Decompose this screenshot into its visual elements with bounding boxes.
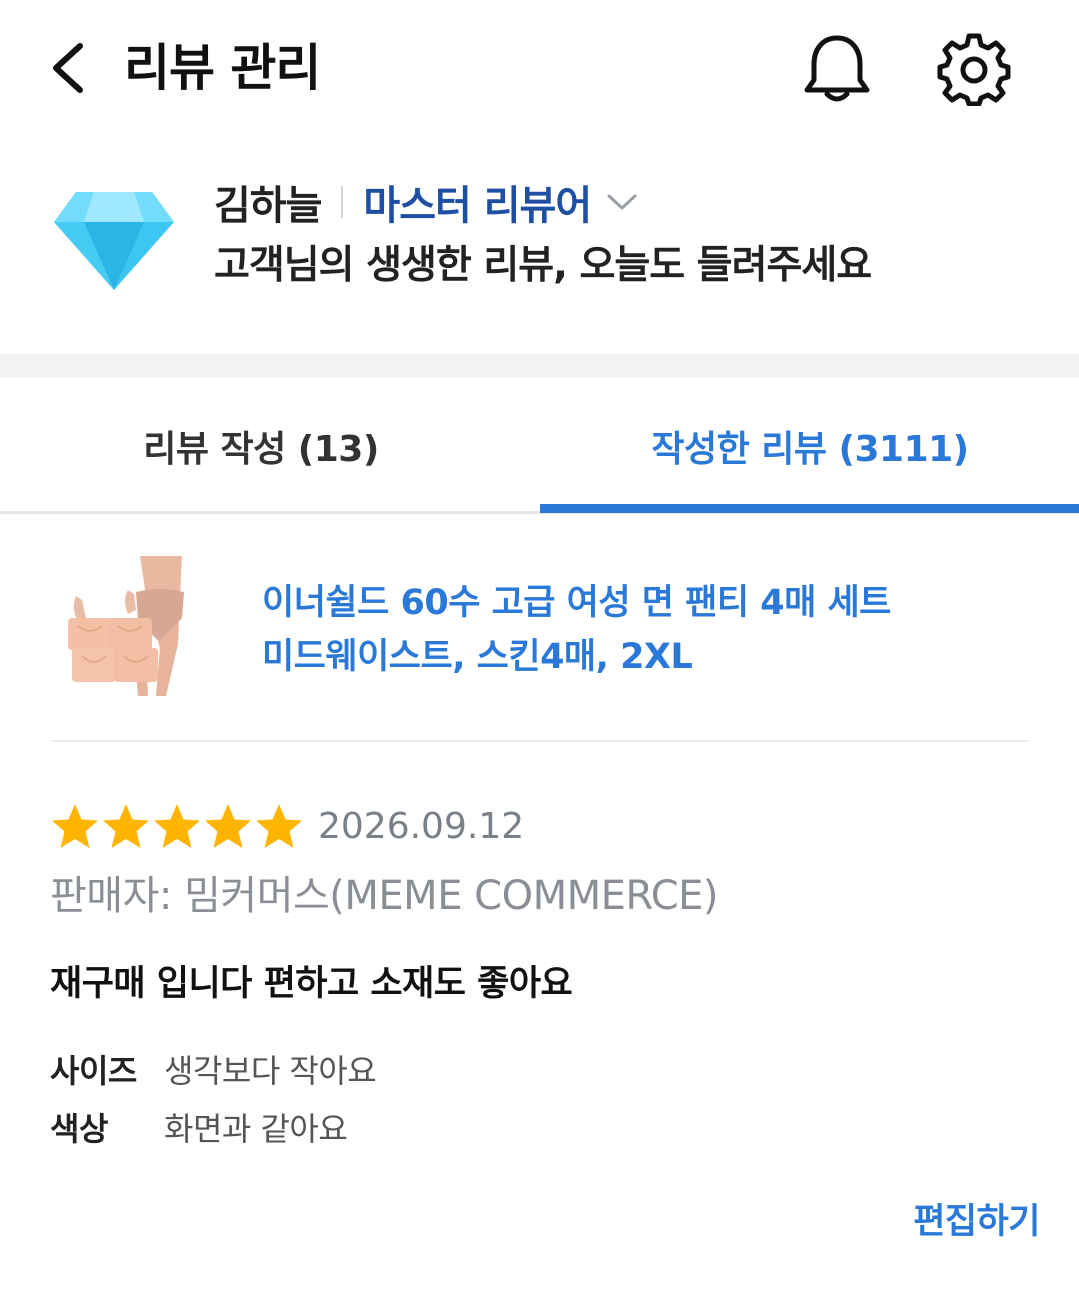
header: 리뷰 관리 [0,0,1079,140]
page-title: 리뷰 관리 [124,39,321,97]
reviewer-name: 김하늘 [214,183,322,229]
settings-button[interactable] [936,30,1012,107]
product-item: 이너쉴드 60수 고급 여성 면 팬티 4매 세트 미드웨이스트, 스킨4매, … [0,520,1079,744]
attribute-value: 생각보다 작아요 [164,1052,377,1090]
attribute-value: 화면과 같아요 [164,1110,348,1148]
review-text: 재구매 입니다 편하고 소재도 좋아요 [50,964,573,1004]
seller-name: 판매자: 밈커머스(MEME COMMERCE) [50,873,719,919]
attribute-label: 색상 [50,1110,108,1148]
product-name: 이너쉴드 60수 고급 여성 면 팬티 4매 세트 [262,583,891,623]
tab-write-review[interactable]: 리뷰 작성 (13) [0,378,540,514]
profile-subtitle: 고객님의 생생한 리뷰, 오늘도 들려주세요 [214,243,872,288]
reviewer-grade-dropdown[interactable]: 마스터 리뷰어 [363,173,639,231]
star-icon [205,804,251,848]
profile-name-row: 김하늘 마스터 리뷰어 [214,174,639,230]
product-title-link[interactable]: 이너쉴드 60수 고급 여성 면 팬티 4매 세트 미드웨이스트, 스킨4매, … [262,576,1022,684]
product-thumbnail[interactable] [62,556,210,700]
bell-icon [804,35,870,102]
diamond-icon [54,192,174,290]
section-divider [0,354,1079,378]
tab-written-reviews[interactable]: 작성한 리뷰 (3111) [540,378,1079,514]
star-rating [50,802,305,852]
chevron-down-icon [607,194,637,210]
review-tabs: 리뷰 작성 (13) 작성한 리뷰 (3111) [0,378,1079,514]
notification-button[interactable] [800,30,874,106]
star-icon [103,804,149,848]
star-icon [256,804,302,848]
active-tab-indicator [540,504,1079,513]
review-attribute-color: 색상 화면과 같아요 [50,1102,348,1152]
review-date: 2026.09.12 [318,806,525,847]
chevron-left-icon [53,43,83,93]
name-divider [341,186,344,218]
star-icon [154,804,200,848]
reviewer-grade-label: 마스터 리뷰어 [363,183,592,229]
product-divider [52,740,1028,742]
attribute-label: 사이즈 [50,1052,137,1090]
tab-written-reviews-label: 작성한 리뷰 (3111) [651,429,969,470]
reviewer-profile: 김하늘 마스터 리뷰어 고객님의 생생한 리뷰, 오늘도 들려주세요 [0,160,1079,335]
back-button[interactable] [42,36,102,100]
review-management-page: 리뷰 관리 김하늘 마스터 리뷰어 고객님의 생생한 리뷰, 오늘도 들려주세요… [0,0,1079,1299]
edit-review-button[interactable]: 편집하기 [880,1194,1040,1250]
gear-icon [937,33,1011,107]
star-icon [52,804,98,848]
tab-write-review-label: 리뷰 작성 (13) [143,429,379,470]
review-attribute-size: 사이즈 생각보다 작아요 [50,1044,377,1094]
product-option: 미드웨이스트, 스킨4매, 2XL [262,637,693,677]
